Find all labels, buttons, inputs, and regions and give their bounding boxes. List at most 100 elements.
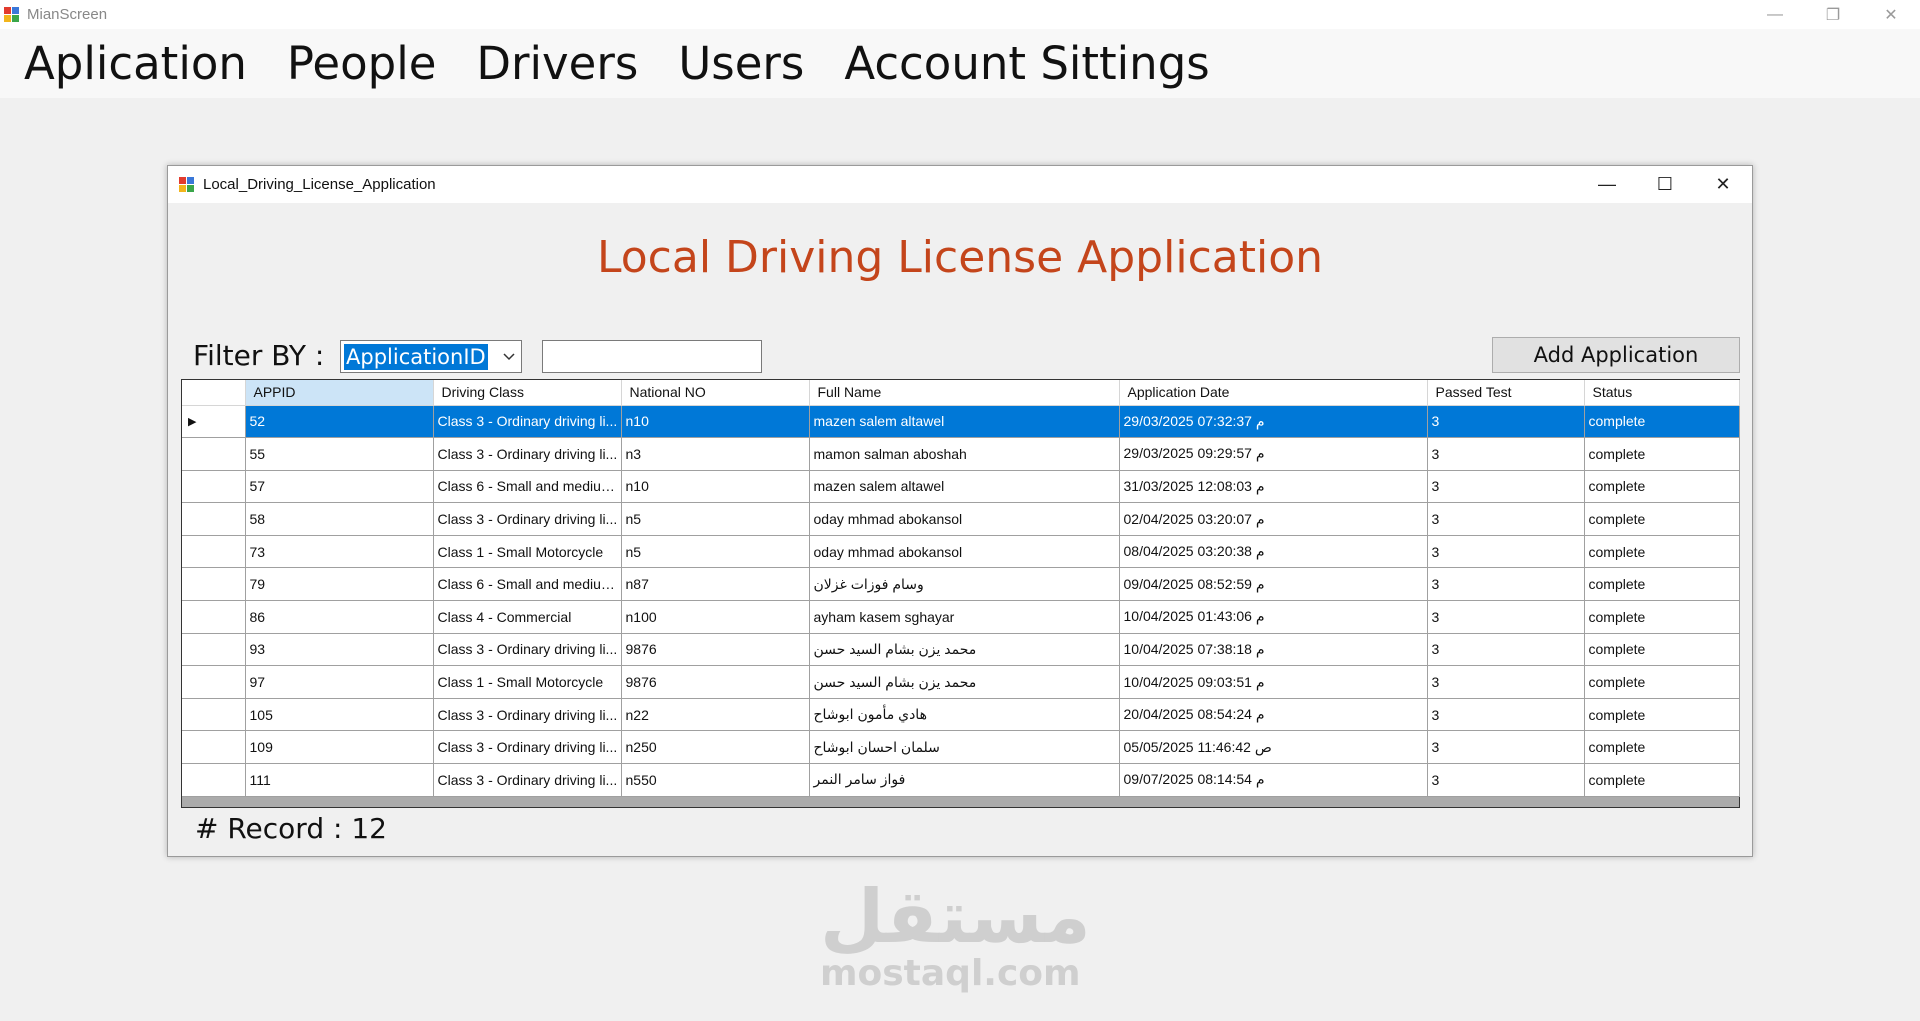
table-row[interactable]: 86 Class 4 - Commercial n100 ayham kasem sg… (182, 600, 1740, 634)
row-header[interactable] (182, 698, 246, 732)
cell-application-date[interactable]: 10/04/2025 01:43:06 م (1119, 600, 1428, 634)
menu-item-account-settings[interactable]: Account Sittings (844, 41, 1209, 86)
cell-full-name[interactable]: mazen salem altawel (809, 470, 1120, 504)
cell-appid[interactable]: 52 (245, 405, 434, 439)
row-header[interactable] (182, 567, 246, 602)
cell-national-no[interactable]: n250 (621, 730, 810, 765)
cell-passed-test[interactable]: 3 (1427, 470, 1585, 504)
cell-driving-class[interactable]: Class 3 - Ordinary driving li... (433, 763, 622, 797)
menu-item-users[interactable]: Users (678, 41, 804, 86)
menu-item-people[interactable]: People (287, 41, 437, 86)
cell-status[interactable]: complete (1584, 567, 1740, 602)
cell-full-name[interactable]: oday mhmad abokansol (809, 502, 1120, 536)
row-header[interactable]: ▶ (182, 405, 246, 439)
cell-passed-test[interactable]: 3 (1427, 698, 1585, 732)
cell-driving-class[interactable]: Class 3 - Ordinary driving li... (433, 633, 622, 667)
row-header[interactable] (182, 502, 246, 536)
column-header-driving-class[interactable]: Driving Class (433, 380, 622, 406)
cell-status[interactable]: complete (1584, 437, 1740, 471)
menu-item-drivers[interactable]: Drivers (476, 41, 638, 86)
cell-driving-class[interactable]: Class 1 - Small Motorcycle (433, 665, 622, 699)
row-header[interactable] (182, 730, 246, 765)
cell-appid[interactable]: 58 (245, 502, 434, 536)
cell-driving-class[interactable]: Class 3 - Ordinary driving li... (433, 437, 622, 471)
child-minimize-button[interactable]: — (1578, 166, 1636, 203)
cell-application-date[interactable]: 10/04/2025 07:38:18 م (1119, 633, 1428, 667)
cell-passed-test[interactable]: 3 (1427, 567, 1585, 602)
cell-status[interactable]: complete (1584, 600, 1740, 634)
row-header[interactable] (182, 633, 246, 667)
table-row[interactable]: 97 Class 1 - Small Motorcycle 9876 محمد يزن… (182, 665, 1740, 699)
column-header-appid[interactable]: APPID (245, 380, 434, 406)
child-maximize-button[interactable]: ☐ (1636, 166, 1694, 203)
restore-button[interactable]: ❐ (1804, 0, 1862, 29)
filter-by-dropdown[interactable]: ApplicationID (340, 340, 522, 373)
cell-status[interactable]: complete (1584, 730, 1740, 765)
column-header-full-name[interactable]: Full Name (809, 380, 1120, 406)
cell-national-no[interactable]: n3 (621, 437, 810, 471)
cell-application-date[interactable]: 29/03/2025 09:29:57 م (1119, 437, 1428, 471)
cell-appid[interactable]: 105 (245, 698, 434, 732)
cell-full-name[interactable]: سلمان احسان ابوشاح (809, 730, 1120, 765)
menu-item-aplication[interactable]: Aplication (24, 41, 247, 86)
cell-national-no[interactable]: n100 (621, 600, 810, 634)
row-header[interactable] (182, 470, 246, 504)
table-row[interactable]: 58 Class 3 - Ordinary driving li... n5 oday… (182, 502, 1740, 536)
row-header[interactable] (182, 437, 246, 471)
cell-full-name[interactable]: فواز سامر النمر (809, 763, 1120, 797)
table-row[interactable]: 55 Class 3 - Ordinary driving li... n3 mamo… (182, 437, 1740, 471)
minimize-button[interactable]: — (1746, 0, 1804, 29)
cell-national-no[interactable]: n550 (621, 763, 810, 797)
filter-text-input[interactable] (542, 340, 762, 373)
row-header[interactable] (182, 535, 246, 569)
cell-full-name[interactable]: وسام فوزات غزلان (809, 567, 1120, 602)
cell-appid[interactable]: 109 (245, 730, 434, 765)
child-close-button[interactable]: ✕ (1694, 166, 1752, 203)
table-row[interactable]: 105 Class 3 - Ordinary driving li... n22 ها… (182, 698, 1740, 732)
cell-national-no[interactable]: n22 (621, 698, 810, 732)
cell-appid[interactable]: 86 (245, 600, 434, 634)
cell-full-name[interactable]: oday mhmad abokansol (809, 535, 1120, 569)
cell-national-no[interactable]: n10 (621, 405, 810, 439)
cell-driving-class[interactable]: Class 1 - Small Motorcycle (433, 535, 622, 569)
table-row[interactable]: 73 Class 1 - Small Motorcycle n5 oday mhmad… (182, 535, 1740, 569)
table-row[interactable]: ▶ 52 Class 3 - Ordinary driving li... n10 ma… (182, 405, 1740, 439)
cell-driving-class[interactable]: Class 4 - Commercial (433, 600, 622, 634)
table-row[interactable]: 109 Class 3 - Ordinary driving li... n250 س… (182, 730, 1740, 765)
cell-appid[interactable]: 93 (245, 633, 434, 667)
cell-passed-test[interactable]: 3 (1427, 437, 1585, 471)
cell-application-date[interactable]: 10/04/2025 09:03:51 م (1119, 665, 1428, 699)
cell-full-name[interactable]: هادي مأمون ابوشاح (809, 698, 1120, 732)
table-row[interactable]: 93 Class 3 - Ordinary driving li... 9876 مح… (182, 633, 1740, 667)
cell-national-no[interactable]: n5 (621, 535, 810, 569)
cell-national-no[interactable]: n87 (621, 567, 810, 602)
cell-driving-class[interactable]: Class 3 - Ordinary driving li... (433, 502, 622, 536)
cell-appid[interactable]: 79 (245, 567, 434, 602)
cell-status[interactable]: complete (1584, 502, 1740, 536)
row-header[interactable] (182, 665, 246, 699)
cell-status[interactable]: complete (1584, 470, 1740, 504)
cell-application-date[interactable]: 09/04/2025 08:52:59 م (1119, 567, 1428, 602)
cell-application-date[interactable]: 20/04/2025 08:54:24 م (1119, 698, 1428, 732)
cell-driving-class[interactable]: Class 6 - Small and medium... (433, 470, 622, 504)
column-header-national-no[interactable]: National NO (621, 380, 810, 406)
row-header[interactable] (182, 600, 246, 634)
cell-status[interactable]: complete (1584, 698, 1740, 732)
cell-appid[interactable]: 73 (245, 535, 434, 569)
row-header[interactable] (182, 763, 246, 797)
cell-passed-test[interactable]: 3 (1427, 502, 1585, 536)
cell-full-name[interactable]: ayham kasem sghayar (809, 600, 1120, 634)
cell-national-no[interactable]: 9876 (621, 665, 810, 699)
cell-driving-class[interactable]: Class 3 - Ordinary driving li... (433, 730, 622, 765)
cell-appid[interactable]: 97 (245, 665, 434, 699)
column-header-application-date[interactable]: Application Date (1119, 380, 1428, 406)
table-row[interactable]: 111 Class 3 - Ordinary driving li... n550 ف… (182, 763, 1740, 797)
cell-passed-test[interactable]: 3 (1427, 535, 1585, 569)
cell-application-date[interactable]: 02/04/2025 03:20:07 م (1119, 502, 1428, 536)
cell-passed-test[interactable]: 3 (1427, 763, 1585, 797)
cell-full-name[interactable]: mamon salman aboshah (809, 437, 1120, 471)
cell-passed-test[interactable]: 3 (1427, 633, 1585, 667)
cell-full-name[interactable]: محمد يزن بشام السيد حسن (809, 633, 1120, 667)
cell-status[interactable]: complete (1584, 633, 1740, 667)
cell-application-date[interactable]: 08/04/2025 03:20:38 م (1119, 535, 1428, 569)
